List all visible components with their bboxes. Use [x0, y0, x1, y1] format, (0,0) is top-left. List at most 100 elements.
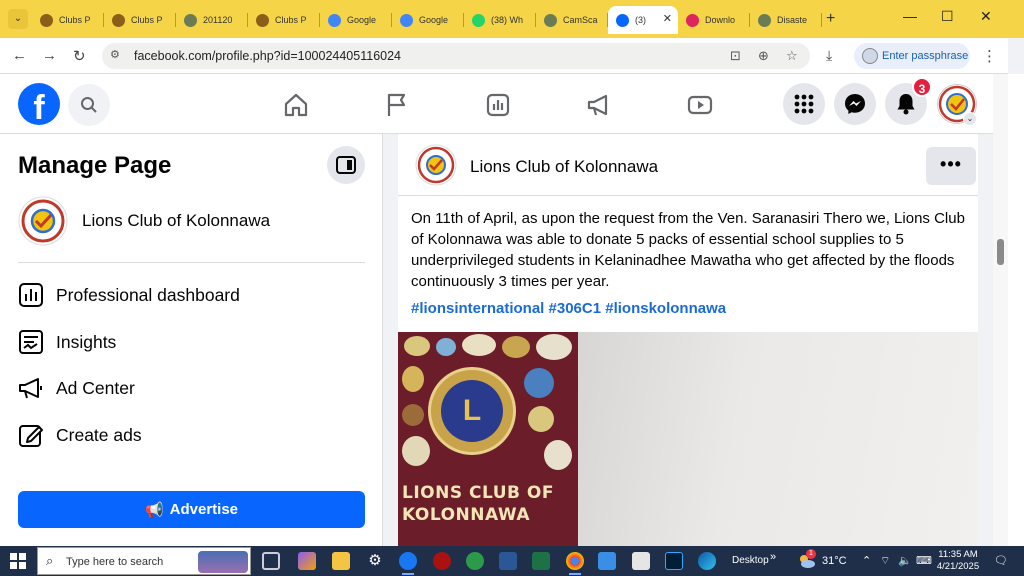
messenger-icon	[845, 94, 865, 114]
manage-page-panel: Manage Page Lions Club of Kolonnawa Prof…	[0, 134, 383, 546]
sidebar-item-professional-dashboard[interactable]: Professional dashboard	[18, 280, 240, 310]
sidebar-item-insights[interactable]: Insights	[18, 327, 116, 357]
facebook-app-icon[interactable]	[399, 552, 417, 575]
browser-tab[interactable]: Google	[392, 6, 464, 34]
pin-badge	[402, 404, 424, 426]
taskbar-search-box[interactable]: ⌕ Type here to search	[37, 547, 251, 575]
video-icon[interactable]	[687, 92, 713, 118]
pin-badge	[402, 436, 430, 466]
facebook-favicon	[616, 13, 629, 27]
notifications-center-icon[interactable]: 🗨	[994, 554, 1008, 567]
site-info-icon[interactable]: ⚙	[110, 48, 126, 64]
toolbar-chevron-icon[interactable]: »	[770, 551, 776, 563]
excel-icon[interactable]	[532, 552, 550, 570]
browser-tab[interactable]: Downlo	[678, 6, 750, 34]
maximize-icon[interactable]: ☐	[941, 8, 954, 25]
back-icon[interactable]: ←	[12, 47, 27, 64]
pin-badge	[502, 336, 530, 358]
scrollbar-thumb[interactable]	[997, 239, 1004, 265]
photos-icon[interactable]	[598, 552, 616, 570]
file-explorer-icon[interactable]	[332, 552, 350, 570]
lions-emblem: L	[428, 367, 516, 455]
search-button[interactable]	[68, 84, 110, 126]
sidebar-item-ad-center[interactable]: Ad Center	[18, 373, 135, 403]
page-scrollbar[interactable]	[993, 74, 1008, 546]
forward-icon[interactable]: →	[42, 47, 57, 64]
post-photo[interactable]: L LIONS CLUB OF KOLONNAWA	[398, 332, 978, 546]
browser-tab[interactable]: Google	[320, 6, 392, 34]
browser-tab-strip: ⌄ Clubs P Clubs P 201120 Clubs P Google Googl…	[0, 0, 1024, 38]
app-green-icon[interactable]	[466, 552, 484, 570]
windows-taskbar: ⌕ Type here to search ⚙ Desktop » 1 31°C…	[0, 546, 1024, 576]
keyboard-icon[interactable]: ⌨	[916, 554, 932, 567]
google-translate-favicon	[400, 13, 413, 27]
pin-badge	[462, 334, 496, 356]
post-hashtags[interactable]: #lionsinternational #306C1 #lionskolonna…	[411, 300, 726, 317]
address-toolbar: ← → ↻ ⚙ facebook.com/profile.php?id=1000…	[0, 38, 1008, 74]
close-window-icon[interactable]: ✕	[980, 8, 992, 25]
ad-megaphone-icon[interactable]	[586, 92, 612, 118]
copilot-icon[interactable]	[298, 552, 316, 570]
bookmark-star-icon[interactable]: ☆	[786, 48, 798, 64]
browser-tab[interactable]: CamSca	[536, 6, 608, 34]
pencil-icon	[19, 425, 43, 447]
tab-search-dropdown-icon[interactable]: ⌄	[8, 9, 28, 29]
home-icon[interactable]	[283, 92, 309, 118]
download-icon[interactable]: ⤓	[826, 47, 832, 64]
page-name[interactable]: Lions Club of Kolonnawa	[82, 211, 270, 231]
tab-label: Disaste	[777, 15, 808, 25]
browser-tab[interactable]: Clubs P	[248, 6, 320, 34]
temperature[interactable]: 31°C	[822, 555, 847, 567]
flag-icon[interactable]	[384, 92, 410, 118]
calculator-icon[interactable]	[632, 552, 650, 570]
reload-icon[interactable]: ↻	[73, 47, 86, 65]
omnibox[interactable]: ⚙ facebook.com/profile.php?id=1000244051…	[102, 43, 810, 69]
browser-tab[interactable]: (38) Wh	[464, 6, 536, 34]
edge-icon[interactable]	[698, 552, 716, 570]
browser-tab[interactable]: Clubs P	[32, 6, 104, 34]
post-more-options-button[interactable]: •••	[926, 147, 976, 185]
zoom-icon[interactable]: ⊕	[758, 48, 769, 64]
insights-nav-icon[interactable]	[485, 92, 511, 118]
wifi-icon[interactable]: ⌔	[880, 554, 890, 568]
sidebar-item-create-ads[interactable]: Create ads	[18, 420, 142, 450]
task-view-icon[interactable]	[262, 552, 280, 570]
megaphone-icon	[19, 378, 42, 399]
facebook-logo-icon[interactable]: f	[18, 83, 60, 127]
close-tab-icon[interactable]: ✕	[663, 12, 672, 25]
browser-tab[interactable]: Disaste	[750, 6, 822, 34]
volume-icon[interactable]: 🔈	[898, 554, 912, 567]
app-red-icon[interactable]	[433, 552, 451, 570]
browser-tab[interactable]: (3) ✕	[608, 6, 678, 34]
minimize-icon[interactable]: —	[903, 8, 917, 24]
windows-start-icon[interactable]	[10, 553, 26, 569]
word-icon[interactable]	[499, 552, 517, 570]
post-author-avatar[interactable]	[415, 144, 457, 186]
megaphone-icon: 📢	[144, 501, 164, 519]
passphrase-label: Enter passphrase	[882, 50, 969, 62]
browser-tab[interactable]: Clubs P	[104, 6, 176, 34]
lions-club-favicon	[40, 13, 53, 27]
install-app-icon[interactable]: ⊡	[730, 48, 741, 64]
chrome-icon[interactable]	[566, 552, 584, 575]
system-clock[interactable]: 11:35 AM 4/21/2025	[936, 549, 980, 573]
new-tab-button[interactable]: +	[826, 10, 835, 28]
advertise-button[interactable]: 📢 Advertise	[18, 491, 365, 528]
browser-menu-icon[interactable]: ⋮	[982, 47, 997, 65]
pin-badge	[528, 406, 554, 432]
browser-tab[interactable]: 201120	[176, 6, 248, 34]
post-author-name[interactable]: Lions Club of Kolonnawa	[470, 157, 658, 177]
photoshop-icon[interactable]	[665, 552, 683, 570]
desktop-toolbar-label[interactable]: Desktop	[732, 555, 769, 566]
menu-grid-button[interactable]	[783, 83, 825, 125]
messenger-button[interactable]	[834, 83, 876, 125]
tray-chevron-up-icon[interactable]: ⌃	[862, 554, 871, 567]
settings-gear-icon[interactable]: ⚙	[366, 552, 384, 570]
account-chevron-down-icon[interactable]: ⌄	[963, 112, 977, 126]
url-field[interactable]: facebook.com/profile.php?id=100024405116…	[134, 49, 401, 63]
page-avatar[interactable]	[18, 196, 68, 246]
feed-post: Lions Club of Kolonnawa ••• On 11th of A…	[398, 134, 978, 546]
tab-list: Clubs P Clubs P 201120 Clubs P Google Google (…	[32, 6, 822, 34]
panel-toggle-button[interactable]	[327, 146, 365, 184]
passphrase-button[interactable]: Enter passphrase	[854, 43, 970, 69]
